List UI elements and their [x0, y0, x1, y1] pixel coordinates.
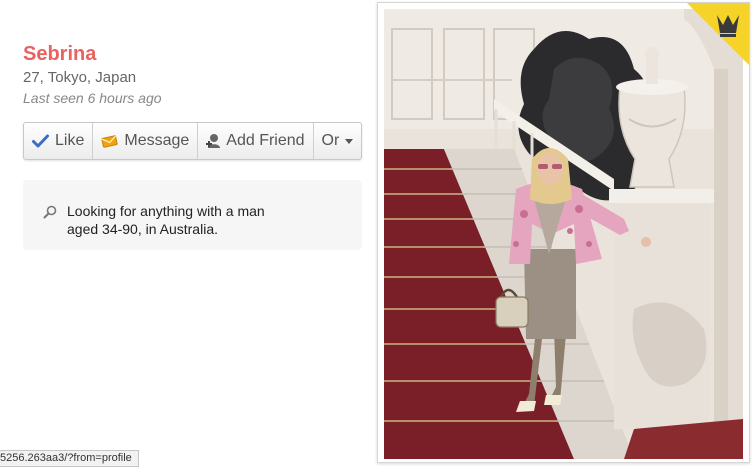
envelope-icon [101, 134, 118, 148]
action-button-group: Like Message Add Friend Or [23, 122, 363, 160]
profile-details: 27, Tokyo, Japan [23, 69, 137, 86]
search-icon [43, 205, 57, 219]
add-friend-icon [206, 134, 221, 148]
premium-badge [687, 3, 749, 65]
more-options-label: Or [321, 132, 340, 149]
profile-name: Sebrina [23, 43, 97, 65]
status-bar-url: 5256.263aa3/?from=profile [0, 450, 139, 467]
message-label: Message [124, 132, 190, 149]
like-button[interactable]: Like [24, 123, 94, 159]
profile-header: Sebrina 27, Tokyo, Japan Last seen 6 hou… [23, 42, 162, 107]
looking-for-text: Looking for anything with a man aged 34-… [67, 203, 265, 237]
message-button[interactable]: Message [93, 123, 199, 159]
profile-photo-frame[interactable] [377, 2, 750, 463]
chevron-down-icon [345, 138, 354, 144]
add-friend-label: Add Friend [226, 132, 305, 149]
last-seen-text: Last seen 6 hours ago [23, 90, 162, 106]
add-friend-button[interactable]: Add Friend [198, 123, 314, 159]
looking-for-box: Looking for anything with a man aged 34-… [23, 180, 362, 250]
like-label: Like [55, 132, 85, 149]
check-icon [32, 134, 49, 148]
profile-photo[interactable] [384, 9, 743, 459]
more-options-dropdown[interactable]: Or [314, 123, 362, 159]
